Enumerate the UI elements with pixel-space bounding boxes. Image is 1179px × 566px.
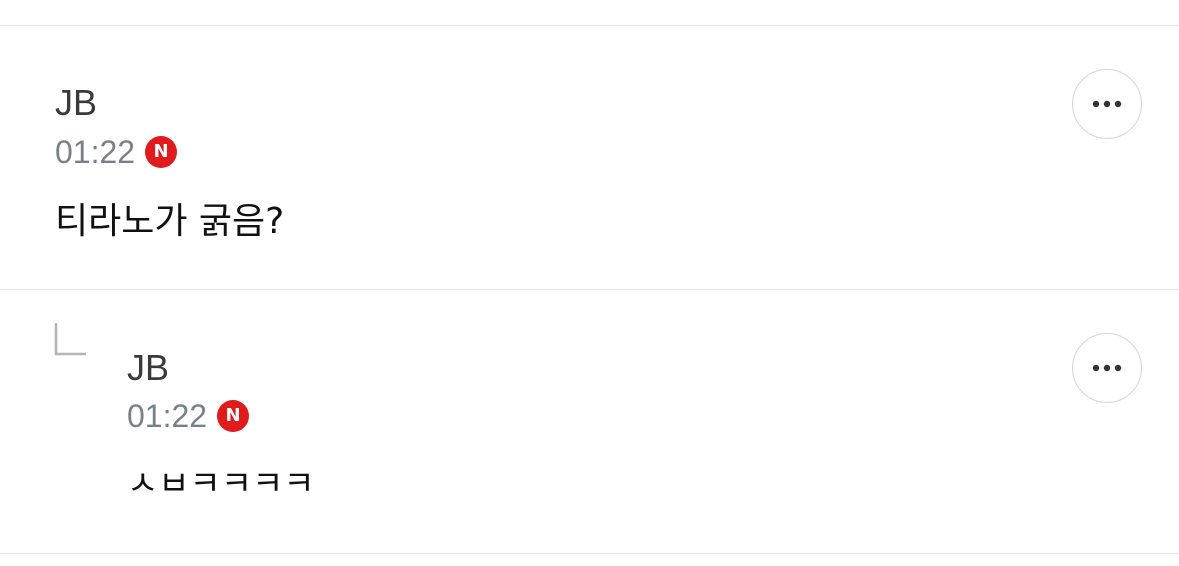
comment-time: 01:22	[55, 134, 136, 170]
more-options-button[interactable]	[1072, 69, 1142, 139]
ellipsis-icon	[1092, 364, 1122, 372]
reply-text: ㅅㅂㅋㅋㅋㅋ	[127, 464, 315, 504]
comment-item: JB 01:22 N 티라노가 굵음?	[0, 26, 1179, 289]
more-options-button[interactable]	[1072, 333, 1142, 403]
reply-arrow-icon	[54, 323, 86, 356]
comment-author[interactable]: JB	[55, 83, 97, 123]
reply-meta: 01:22 N	[127, 396, 250, 436]
new-badge-icon: N	[217, 400, 250, 432]
bottom-divider	[0, 553, 1179, 554]
comment-meta: 01:22 N	[55, 132, 178, 172]
reply-time: 01:22	[127, 398, 208, 434]
reply-item: JB 01:22 N ㅅㅂㅋㅋㅋㅋ	[0, 290, 1179, 553]
comment-text: 티라노가 굵음?	[55, 201, 285, 242]
new-badge-icon: N	[145, 136, 178, 168]
ellipsis-icon	[1092, 100, 1122, 108]
reply-author[interactable]: JB	[127, 348, 169, 388]
